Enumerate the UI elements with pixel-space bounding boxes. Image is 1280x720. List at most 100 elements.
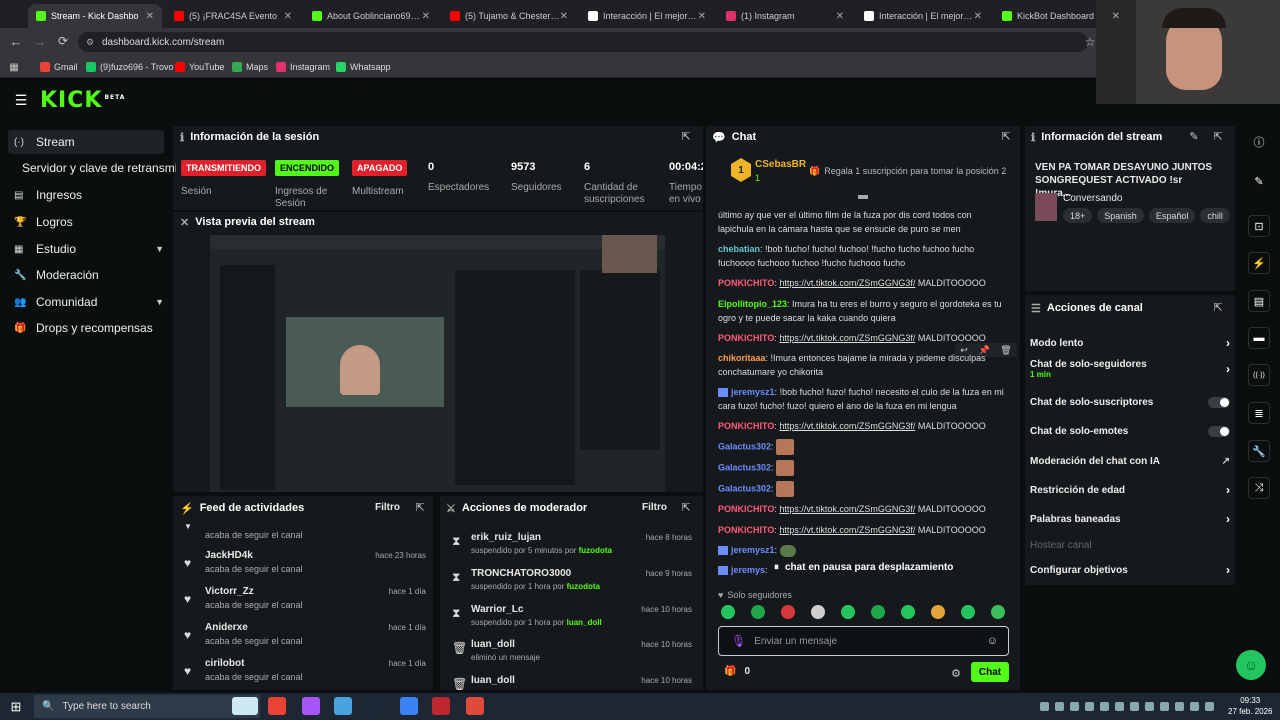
mod-target-user[interactable]: Warrior_Lc: [471, 604, 523, 615]
back-icon[interactable]: ←: [8, 33, 24, 49]
chat-link[interactable]: https://vt.tiktok.com/ZSmGGNG3f/: [779, 504, 915, 514]
taskbar-search[interactable]: 🔍 Type here to search: [34, 695, 260, 718]
chat-username[interactable]: PONKICHITO: [718, 278, 774, 288]
stream-tag[interactable]: chill: [1200, 208, 1230, 223]
points-display[interactable]: 🎁 0: [724, 666, 750, 677]
mod-actor[interactable]: luan_doll: [567, 618, 602, 627]
chat-username[interactable]: jeremysz1: [731, 545, 775, 555]
stream-info-expand-icon[interactable]: ⇱: [1212, 130, 1224, 143]
browser-tab[interactable]: (5) ¡FRAC4SA Evento ✕: [166, 4, 300, 28]
browser-tab[interactable]: Stream - Kick Dashbo ✕: [28, 4, 162, 28]
taskbar-app-icon[interactable]: [232, 697, 258, 715]
chat-message[interactable]: jeremysz1: !bob fucho! fuzo! fucho! nece…: [718, 385, 1008, 413]
chat-username[interactable]: PONKICHITO: [718, 333, 774, 343]
stream-preview-video[interactable]: [210, 235, 665, 492]
tray-icon[interactable]: [1130, 702, 1139, 711]
browser-tab[interactable]: KickBot Dashboard ✕: [994, 4, 1128, 28]
stream-tag[interactable]: Spanish: [1097, 208, 1144, 223]
emote-icon[interactable]: [871, 605, 885, 619]
chat-expand-icon[interactable]: ⇱: [1000, 130, 1012, 143]
emote-icon[interactable]: [931, 605, 945, 619]
chat-message[interactable]: Galactus302:: [718, 460, 1008, 476]
chat-username[interactable]: chebatian: [718, 244, 760, 254]
toggle-switch[interactable]: [1208, 425, 1230, 437]
mod-filter-button[interactable]: Filtro: [642, 502, 667, 513]
chat-username[interactable]: PONKICHITO: [718, 504, 774, 514]
send-chat-button[interactable]: Chat: [971, 662, 1009, 682]
bolt-icon[interactable]: ⚡: [1248, 252, 1270, 274]
chat-message[interactable]: jeremys:: [718, 563, 1008, 577]
chat-message[interactable]: PONKICHITO: https://vt.tiktok.com/ZSmGGN…: [718, 523, 1008, 537]
browser-tab[interactable]: (5) Tujamo & Chester You ✕: [442, 4, 576, 28]
taskbar-app-icon[interactable]: [334, 697, 352, 715]
chat-username[interactable]: chikoritaaa: [718, 353, 766, 363]
stream-tag[interactable]: Español: [1148, 208, 1196, 223]
chat-link[interactable]: https://vt.tiktok.com/ZSmGGNG3f/: [779, 333, 915, 343]
bookmark-item[interactable]: Maps: [232, 56, 268, 78]
chat-message[interactable]: último ay que ver el último film de la f…: [718, 208, 1008, 236]
tray-icon[interactable]: [1175, 702, 1184, 711]
sidebar-item[interactable]: 🔧 Moderación: [8, 263, 164, 287]
chat-message[interactable]: jeremysz1:: [718, 543, 1008, 557]
channel-action-row[interactable]: Hostear canal: [1030, 535, 1230, 555]
sidebar-item[interactable]: Servidor y clave de retransmisión: [16, 156, 176, 180]
emote-icon[interactable]: [961, 605, 975, 619]
list-icon[interactable]: ≣: [1248, 402, 1270, 424]
bookmark-item[interactable]: (9)fuzo696 - Trovo: [86, 56, 174, 78]
feed-filter-button[interactable]: Filtro: [375, 502, 400, 513]
chat-username[interactable]: jeremys: [731, 565, 765, 575]
chat-username[interactable]: jeremysz1: [731, 387, 775, 397]
chat-message[interactable]: PONKICHITO: https://vt.tiktok.com/ZSmGGN…: [718, 276, 1008, 290]
tab-close-icon[interactable]: ✕: [422, 11, 430, 22]
url-input[interactable]: dashboard.kick.com/stream: [78, 32, 1088, 52]
feed-username[interactable]: JackHD4k: [205, 550, 253, 561]
emoji-icon[interactable]: ☺: [987, 635, 998, 647]
gift-prompt[interactable]: 🎁 Regala 1 suscripción para tomar la posi…: [809, 166, 1006, 177]
browser-tab[interactable]: (1) Instagram ✕: [718, 4, 852, 28]
feed-username[interactable]: cirilobot: [205, 658, 244, 669]
chat-username[interactable]: PONKICHITO: [718, 421, 774, 431]
emote-icon[interactable]: [781, 605, 795, 619]
broadcast-icon[interactable]: ((·)): [1248, 364, 1270, 386]
sidebar-item[interactable]: 🎁 Drops y recompensas: [8, 316, 164, 340]
channel-action-row[interactable]: Configurar objetivos ›: [1030, 560, 1230, 580]
browser-tab[interactable]: About Goblinciano69 - W ✕: [304, 4, 438, 28]
channel-action-row[interactable]: Restricción de edad ›: [1030, 480, 1230, 500]
tab-close-icon[interactable]: ✕: [974, 11, 982, 22]
stream-tag[interactable]: 18+: [1063, 208, 1093, 223]
shuffle-icon[interactable]: ⤨: [1248, 477, 1270, 499]
mod-actor[interactable]: fuzodota: [579, 546, 612, 555]
tray-icon[interactable]: [1070, 702, 1079, 711]
channel-action-row[interactable]: Chat de solo-seguidores 1 min ›: [1030, 359, 1230, 379]
chat-message[interactable]: Galactus302:: [718, 481, 1008, 497]
tray-icon[interactable]: [1115, 702, 1124, 711]
feed-expand-icon[interactable]: ⇱: [414, 501, 426, 514]
mod-actor[interactable]: fuzodota: [567, 582, 600, 591]
kick-logo[interactable]: KICK BETA: [40, 88, 125, 113]
channel-action-row[interactable]: Chat de solo-suscriptores: [1030, 392, 1230, 412]
forward-icon[interactable]: →: [32, 33, 48, 49]
toggle-switch[interactable]: [1208, 396, 1230, 408]
taskbar-app-icon[interactable]: [268, 697, 286, 715]
site-info-icon[interactable]: ⚙: [84, 36, 96, 48]
sidebar-item[interactable]: (·) Stream: [8, 130, 164, 154]
chat-message[interactable]: chikoritaaa: !Imura entonces bajame la m…: [718, 351, 1008, 379]
taskbar-clock[interactable]: 09:33 27 feb. 2026: [1228, 695, 1272, 717]
tray-icon[interactable]: [1040, 702, 1049, 711]
taskbar-app-icon[interactable]: [302, 697, 320, 715]
pencil-icon[interactable]: ✎: [1248, 170, 1270, 192]
taskbar-app-icon[interactable]: [466, 697, 484, 715]
chat-icon[interactable]: ▬: [1248, 327, 1270, 349]
wrench-icon[interactable]: 🔧: [1248, 440, 1270, 462]
tray-icon[interactable]: [1085, 702, 1094, 711]
tray-icon[interactable]: [1055, 702, 1064, 711]
chat-link[interactable]: https://vt.tiktok.com/ZSmGGNG3f/: [779, 525, 915, 535]
category-name[interactable]: Conversando: [1063, 193, 1122, 204]
tray-icon[interactable]: [1160, 702, 1169, 711]
windows-start-icon[interactable]: ⊞: [8, 699, 24, 715]
chat-settings-icon[interactable]: ⚙: [950, 667, 962, 680]
apps-grid-icon[interactable]: ▦: [8, 61, 20, 73]
feed-username[interactable]: Victorr_Zz: [205, 586, 254, 597]
chat-message[interactable]: PONKICHITO: https://vt.tiktok.com/ZSmGGN…: [718, 502, 1008, 516]
chat-username[interactable]: Galactus302: [718, 462, 771, 472]
